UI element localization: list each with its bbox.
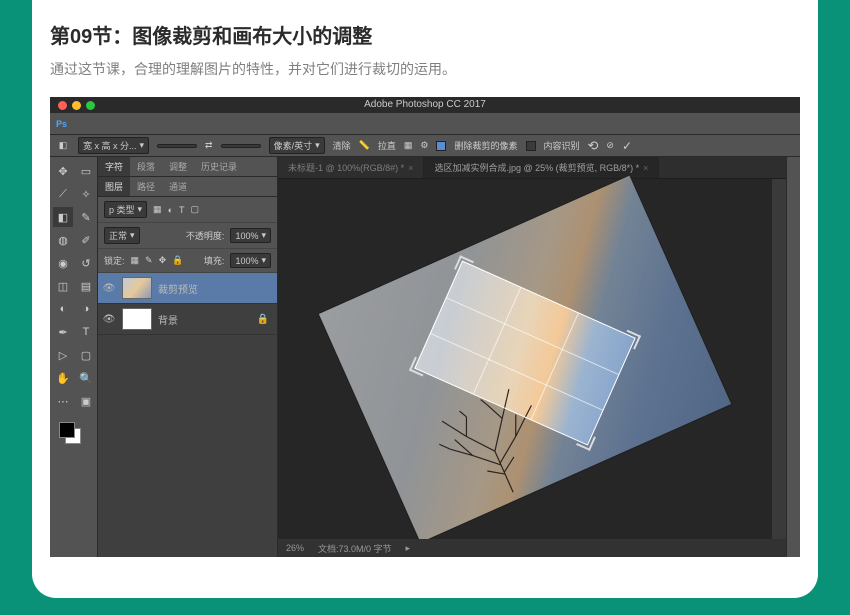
layer-row[interactable]: 👁 裁剪预览 [98,273,277,304]
unit-select[interactable]: 像素/英寸▾ [269,137,325,154]
lock-icon: 🔒 [257,314,269,325]
wand-tool[interactable]: ✧ [76,184,96,204]
photoshop-window: Adobe Photoshop CC 2017 Ps ◧ 宽 x 高 x 分..… [50,97,800,557]
gradient-tool[interactable]: ▤ [76,276,96,296]
content-aware-checkbox[interactable] [526,141,536,151]
lock-icon-4[interactable]: 🔒 [172,255,183,266]
scrollbar-v[interactable] [772,179,786,539]
top-panel-tabs: 字符 段落 调整 历史记录 [98,157,277,177]
eraser-tool[interactable]: ◫ [53,276,73,296]
edit-toolbar[interactable]: ⋯ [53,391,73,411]
cancel-button[interactable]: ⊘ [606,140,614,151]
tab-char[interactable]: 字符 [98,157,130,176]
lesson-title: 第09节：图像裁剪和画布大小的调整 [50,20,800,49]
mid-panel-tabs: 图层 路径 通道 [98,177,277,197]
lesson-subtitle: 通过这节课，合理的理解图片的特性，并对它们进行裁切的运用。 [50,59,800,79]
straighten-icon[interactable]: 📏 [359,140,370,151]
clear-button[interactable]: 清除 [333,139,351,152]
tool-panel: ✥ ▭ ⟋ ✧ ◧ ✎ ◍ ✐ ◉ ↺ ◫ ▤ ◐ ◑ ✒ T ▷ ▢ ✋ 🔍 [50,157,98,557]
screen-mode[interactable]: ▣ [76,391,96,411]
grid-icon[interactable]: ▦ [404,140,413,151]
hand-tool[interactable]: ✋ [53,368,73,388]
layer-name[interactable]: 裁剪预览 [158,281,198,296]
close-icon[interactable]: × [408,163,413,173]
tab-layers[interactable]: 图层 [98,177,130,196]
delete-px-checkbox[interactable] [436,141,446,151]
tab-para[interactable]: 段落 [130,157,162,176]
lock-icon-3[interactable]: ✥ [159,255,167,266]
pen-tool[interactable]: ✒ [53,322,73,342]
chevron-down-icon: ▾ [140,140,145,151]
info-chevron-icon[interactable]: ▸ [406,543,411,554]
content-aware-label: 内容识别 [544,139,580,152]
reset-button[interactable]: ⟲ [588,138,599,154]
canvas[interactable] [278,179,772,539]
crop-tool-icon: ◧ [56,139,70,153]
layer-row[interactable]: 👁 背景 🔒 [98,304,277,335]
swap-icon[interactable]: ⇄ [205,140,213,151]
straighten-label: 拉直 [378,139,396,152]
height-input[interactable] [221,144,261,148]
path-tool[interactable]: ▷ [53,345,73,365]
blend-mode-select[interactable]: 正常▾ [104,227,140,244]
lock-icon[interactable]: ▦ [131,255,140,266]
visibility-icon[interactable]: 👁 [102,314,116,325]
dodge-tool[interactable]: ◑ [76,299,96,319]
shape-tool[interactable]: ▢ [76,345,96,365]
menu-bar: Ps [50,113,800,135]
lock-label: 锁定: [104,254,125,267]
doc-info: 文档:73.0M/0 字节 [318,542,392,555]
zoom-value[interactable]: 26% [286,543,304,553]
lasso-tool[interactable]: ⟋ [53,184,73,204]
filter-icon[interactable]: ▦ [153,204,162,215]
tab-adjust[interactable]: 调整 [162,157,194,176]
commit-button[interactable]: ✓ [622,139,632,153]
file-tabs: 未标题-1 @ 100%(RGB/8#) *× 选区加减实例合成.jpg @ 2… [278,157,786,179]
layer-list: 👁 裁剪预览 👁 背景 🔒 [98,273,277,557]
options-bar: ◧ 宽 x 高 x 分...▾ ⇄ 像素/英寸▾ 清除 📏 拉直 ▦ ⚙ 删除裁… [50,135,800,157]
visibility-icon[interactable]: 👁 [102,283,116,294]
filter-icon-3[interactable]: T [179,205,185,215]
brush-tool[interactable]: ✐ [76,230,96,250]
app-title: Adobe Photoshop CC 2017 [50,97,800,113]
layer-name[interactable]: 背景 [158,312,178,327]
file-tab-2[interactable]: 选区加减实例合成.jpg @ 25% (裁剪预览, RGB/8*) *× [424,157,659,178]
layer-thumb[interactable] [122,277,152,299]
left-panels: 字符 段落 调整 历史记录 图层 路径 通道 p 类型▾ ▦ ◐ T ▢ 正常▾ [98,157,278,557]
blur-tool[interactable]: ◐ [53,299,73,319]
stamp-tool[interactable]: ◉ [53,253,73,273]
gear-icon[interactable]: ⚙ [420,140,428,151]
color-swatch[interactable] [53,420,96,448]
width-input[interactable] [157,144,197,148]
canvas-area: 未标题-1 @ 100%(RGB/8#) *× 选区加减实例合成.jpg @ 2… [278,157,786,557]
marquee-tool[interactable]: ▭ [76,161,96,181]
window-titlebar: Adobe Photoshop CC 2017 [50,97,800,113]
healing-tool[interactable]: ◍ [53,230,73,250]
layer-kind-select[interactable]: p 类型▾ [104,201,147,218]
ps-logo[interactable]: Ps [56,119,67,129]
history-brush-tool[interactable]: ↺ [76,253,96,273]
tab-history[interactable]: 历史记录 [194,157,244,176]
eyedropper-tool[interactable]: ✎ [76,207,96,227]
tab-paths[interactable]: 路径 [130,177,162,196]
crop-preset-select[interactable]: 宽 x 高 x 分...▾ [78,137,149,154]
lock-icon-2[interactable]: ✎ [145,255,153,266]
move-tool[interactable]: ✥ [53,161,73,181]
filter-icon-4[interactable]: ▢ [191,204,200,215]
opacity-label: 不透明度: [186,229,225,242]
delete-px-label: 删除裁剪的像素 [454,139,517,152]
fill-input[interactable]: 100%▾ [230,253,271,268]
fill-label: 填充: [204,254,225,267]
zoom-tool[interactable]: 🔍 [76,368,96,388]
layer-thumb[interactable] [122,308,152,330]
status-bar: 26% 文档:73.0M/0 字节 ▸ [278,539,786,557]
file-tab-1[interactable]: 未标题-1 @ 100%(RGB/8#) *× [278,157,424,178]
right-panel-strip[interactable] [786,157,800,557]
type-tool[interactable]: T [76,322,96,342]
close-icon[interactable]: × [643,163,648,173]
opacity-input[interactable]: 100%▾ [230,228,271,243]
tab-channels[interactable]: 通道 [162,177,194,196]
crop-tool[interactable]: ◧ [53,207,73,227]
filter-icon-2[interactable]: ◐ [168,205,173,215]
